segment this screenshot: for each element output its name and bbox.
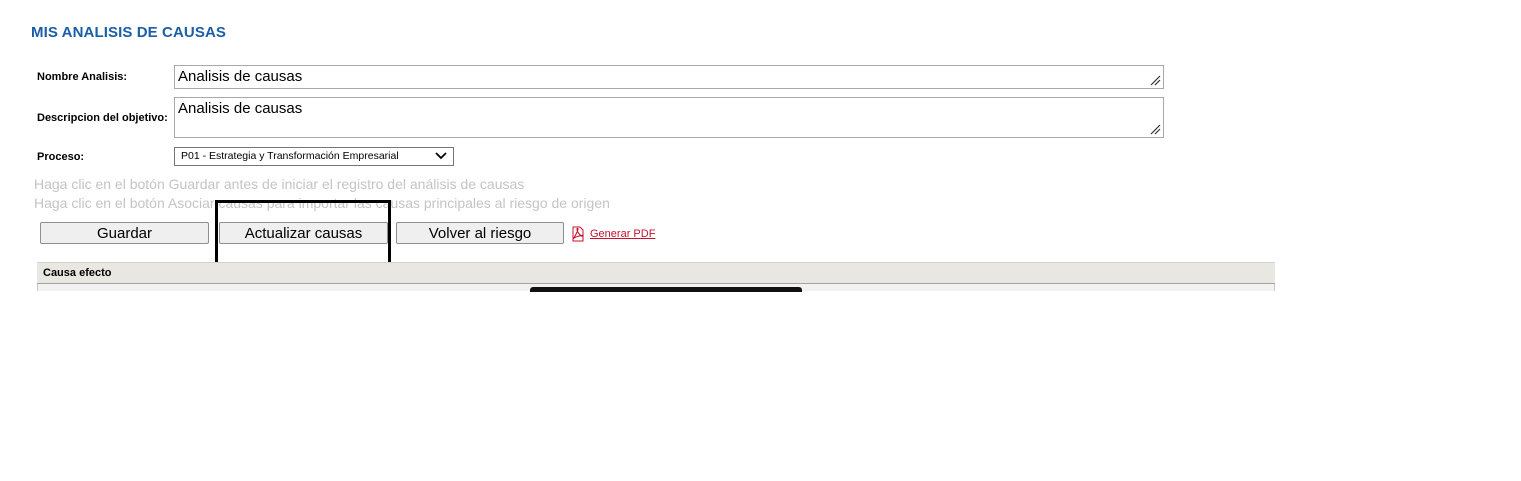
proceso-selected-value: P01 - Estrategia y Transformación Empres… bbox=[181, 150, 399, 162]
grid-scroll-indicator bbox=[530, 287, 802, 292]
resize-grip-icon[interactable] bbox=[1149, 74, 1161, 86]
pdf-icon bbox=[572, 226, 584, 242]
guardar-button[interactable]: Guardar bbox=[40, 222, 209, 244]
causa-efecto-grid-header: Causa efecto bbox=[37, 262, 1275, 284]
nombre-analisis-label: Nombre Analisis: bbox=[37, 71, 128, 83]
nombre-analisis-value: Analisis de causas bbox=[178, 68, 303, 85]
generar-pdf-link[interactable]: Generar PDF bbox=[570, 226, 655, 242]
volver-al-riesgo-button[interactable]: Volver al riesgo bbox=[396, 222, 564, 244]
generar-pdf-label[interactable]: Generar PDF bbox=[590, 228, 655, 240]
hint-guardar: Haga clic en el botón Guardar antes de i… bbox=[34, 176, 525, 192]
chevron-down-icon bbox=[435, 152, 447, 160]
page-title: MIS ANALISIS DE CAUSAS bbox=[31, 24, 226, 41]
descripcion-objetivo-label: Descripcion del objetivo: bbox=[37, 112, 168, 124]
descripcion-objetivo-value: Analisis de causas bbox=[178, 100, 303, 117]
resize-grip-icon[interactable] bbox=[1149, 123, 1161, 135]
descripcion-objetivo-field[interactable]: Analisis de causas bbox=[174, 97, 1164, 138]
actualizar-causas-button[interactable]: Actualizar causas bbox=[219, 222, 388, 244]
causa-efecto-column-header: Causa efecto bbox=[43, 267, 112, 279]
proceso-label: Proceso: bbox=[37, 151, 85, 163]
hint-asociar: Haga clic en el botón Asociar causas par… bbox=[34, 195, 610, 211]
nombre-analisis-field[interactable]: Analisis de causas bbox=[174, 65, 1164, 89]
proceso-select[interactable]: P01 - Estrategia y Transformación Empres… bbox=[174, 147, 454, 166]
